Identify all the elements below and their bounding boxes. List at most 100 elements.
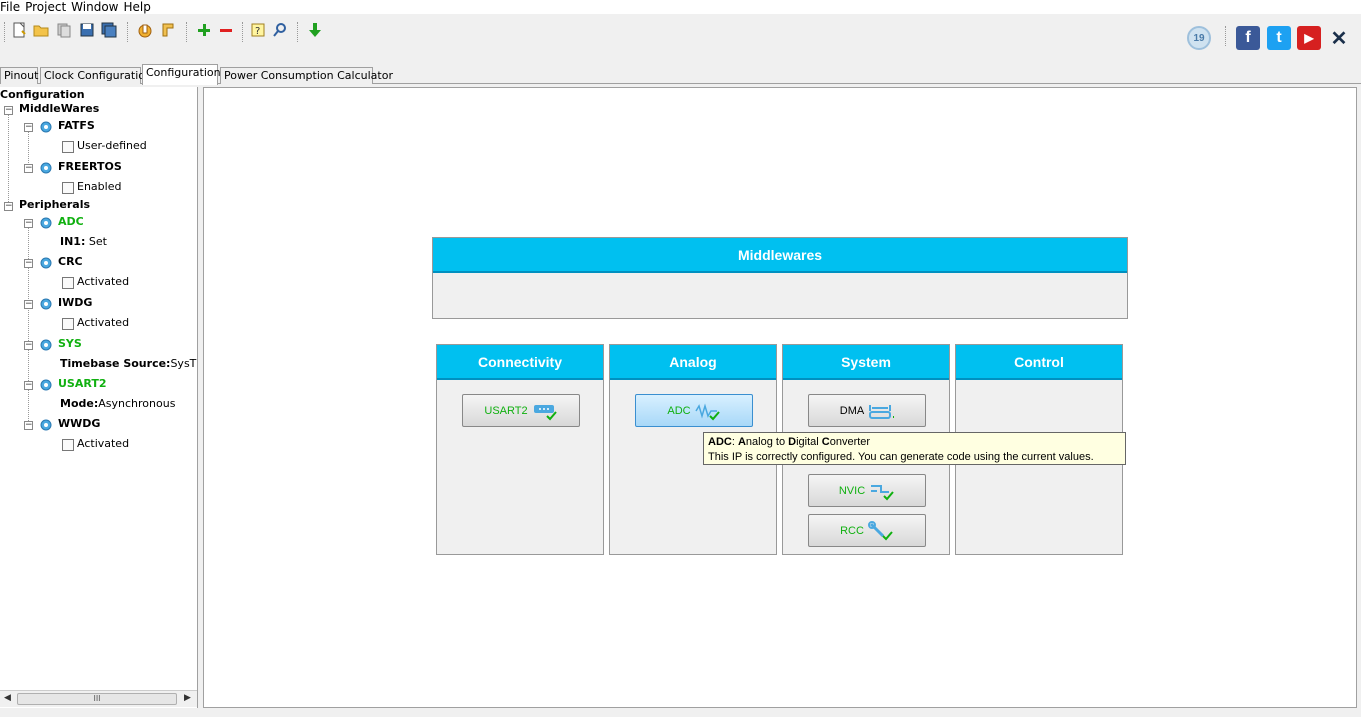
tree-label-user-defined: User-defined [77,139,147,152]
tree-node-adc[interactable]: ADC [58,214,84,230]
usart2-mode-key: Mode: [60,397,99,410]
tree-node-sys[interactable]: SYS [58,336,82,352]
toolbar-separator [1225,26,1226,46]
remove-icon[interactable] [216,20,236,40]
toolbar-separator [297,22,298,42]
copy-icon[interactable] [54,20,74,40]
adc-button[interactable]: ADC [635,394,753,427]
middlewares-header: Middlewares [433,238,1127,273]
tab-clock-configuration[interactable]: Clock Configuration [40,67,152,84]
usart2-button[interactable]: USART2 [462,394,580,427]
tree-label-sys-timebase: Timebase Source:SysTick [60,356,197,372]
tree-node-wwdg[interactable]: WWDG [58,416,100,432]
expand-toggle-icon[interactable]: − [24,300,33,309]
expand-toggle-icon[interactable]: − [24,219,33,228]
tree-label-adc-in1: IN1: Set [60,234,107,250]
crc-activated-checkbox[interactable] [62,277,74,289]
tree-node-iwdg[interactable]: IWDG [58,295,92,311]
menu-bar: File Project Window Help [0,0,1361,14]
tooltip-title-nalog: nalog to [745,436,789,448]
new-file-icon[interactable] [9,20,29,40]
expand-toggle-icon[interactable]: − [4,202,13,211]
rcc-button-label: RCC [840,524,864,537]
bottom-strip [0,708,1361,717]
gear-icon [40,339,52,351]
tree-label-wwdg-activated: Activated [77,437,130,450]
dma-button[interactable]: DMA [808,394,926,427]
iwdg-activated-checkbox[interactable] [62,318,74,330]
adc-button-label: ADC [667,404,691,417]
user-defined-checkbox[interactable] [62,141,74,153]
facebook-icon[interactable]: f [1236,26,1260,50]
menu-file[interactable]: File [0,0,24,14]
tree-node-crc[interactable]: CRC [58,254,83,270]
tree-node-peripherals[interactable]: Peripherals [19,197,90,213]
control-header: Control [956,345,1122,380]
expand-toggle-icon[interactable]: − [24,164,33,173]
scroll-left-icon[interactable]: ◀ [4,693,11,703]
connectivity-header: Connectivity [437,345,603,380]
adc-in1-value: Set [85,235,107,248]
add-icon[interactable] [194,20,214,40]
nvic-button-label: NVIC [838,484,866,497]
generate-code-icon[interactable] [158,20,178,40]
expand-toggle-icon[interactable]: − [24,259,33,268]
wrench-icon [867,520,893,540]
interrupt-icon [871,484,894,500]
system-header: System [783,345,949,380]
usart2-mode-value: Asynchronous [98,397,176,410]
tab-pinout[interactable]: Pinout [0,67,38,84]
horizontal-scrollbar[interactable]: ◀ III ▶ [0,690,197,707]
twitter-icon[interactable]: t [1267,26,1291,50]
tree-node-fatfs[interactable]: FATFS [58,118,95,134]
dma-button-label: DMA [839,404,865,417]
usart2-button-label: USART2 [484,404,528,417]
version-badge-icon[interactable]: 19 [1187,26,1211,50]
configuration-tree: Configuration − MiddleWares − FATFS User… [0,87,198,708]
enabled-checkbox[interactable] [62,182,74,194]
search-icon[interactable] [270,20,290,40]
nvic-button[interactable]: NVIC [808,474,926,507]
tree-label-crc-activated: Activated [77,275,130,288]
save-icon[interactable] [77,20,97,40]
network-icon[interactable]: ✕ [1327,26,1351,50]
tree-node-usart2[interactable]: USART2 [58,376,107,392]
expand-toggle-icon[interactable]: − [24,123,33,132]
save-all-icon[interactable] [99,20,119,40]
gear-icon [40,257,52,269]
help-icon[interactable]: ? [248,20,268,40]
expand-toggle-icon[interactable]: − [24,341,33,350]
tooltip-title-onverter: onverter [829,436,871,448]
gear-icon [40,162,52,174]
menu-window[interactable]: Window [71,0,122,14]
download-icon[interactable] [305,20,325,40]
scrollbar-thumb[interactable]: III [17,693,177,705]
sys-timebase-value: SysTick [170,357,197,370]
scroll-right-icon[interactable]: ▶ [184,693,191,703]
youtube-icon[interactable]: ▶ [1297,26,1321,50]
tooltip-title-igital: igital [796,436,822,448]
tab-power-consumption-calculator[interactable]: Power Consumption Calculator [220,67,393,84]
wwdg-activated-checkbox[interactable] [62,439,74,451]
app-window: File Project Window Help ? 19 f t ▶ ✕ Pi… [0,0,1361,717]
gear-icon [40,121,52,133]
waveform-icon [694,402,720,420]
serial-port-icon [533,404,557,420]
expand-toggle-icon[interactable]: − [24,421,33,430]
dma-transfer-icon [869,404,895,419]
expand-toggle-icon[interactable]: − [4,106,13,115]
tree-label-iwdg-activated: Activated [77,316,130,329]
tree-line [8,109,9,206]
expand-toggle-icon[interactable]: − [24,381,33,390]
tooltip-title-a: A [737,436,746,448]
open-folder-icon[interactable] [31,20,51,40]
menu-help[interactable]: Help [123,0,154,14]
generate-report-icon[interactable] [135,20,155,40]
tooltip-title-d: D [788,436,797,448]
tab-configuration[interactable]: Configuration [142,64,221,85]
rcc-button[interactable]: RCC [808,514,926,547]
gear-icon [40,379,52,391]
tree-node-middlewares[interactable]: MiddleWares [19,101,99,117]
tree-node-freertos[interactable]: FREERTOS [58,159,122,175]
menu-project[interactable]: Project [25,0,70,14]
